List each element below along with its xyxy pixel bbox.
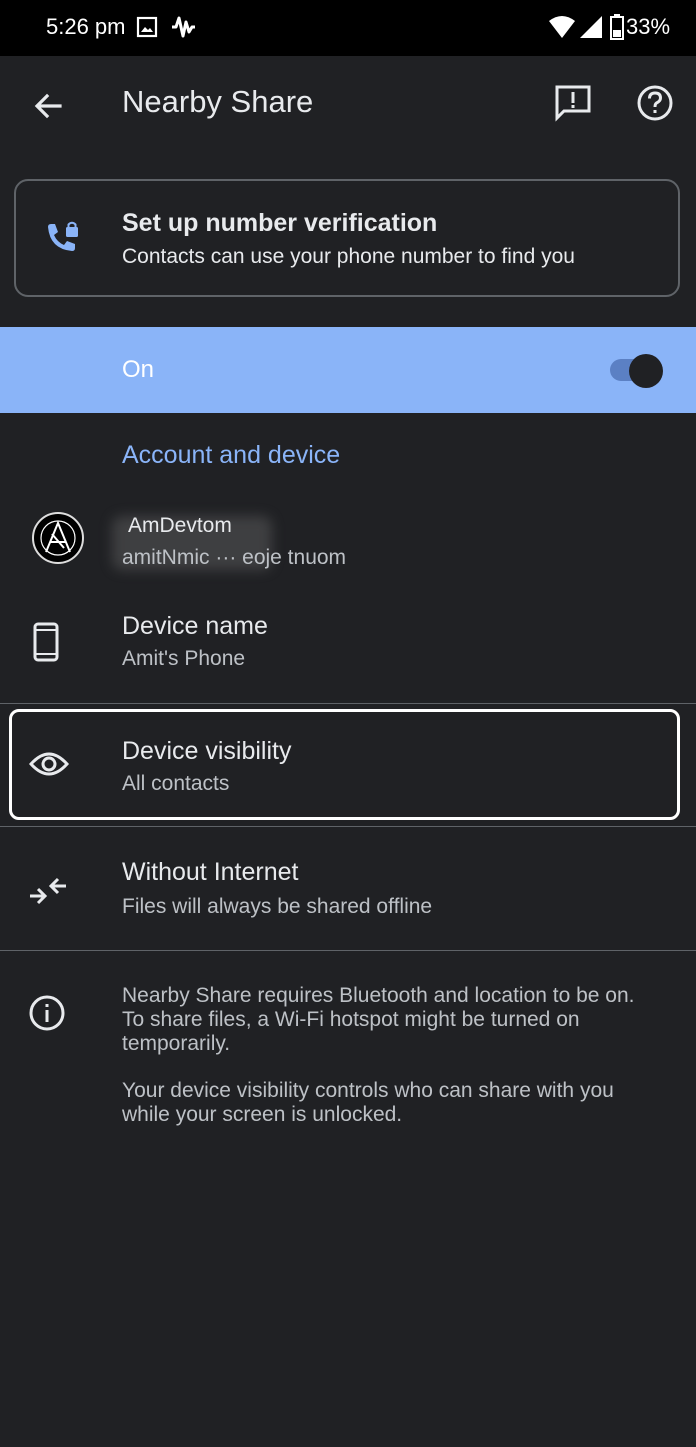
divider	[0, 826, 696, 827]
device-name-row[interactable]: Device name Amit's Phone	[0, 600, 696, 702]
feedback-icon	[555, 85, 591, 122]
back-button[interactable]	[28, 86, 68, 126]
toggle-switch-thumb[interactable]	[629, 354, 663, 388]
help-button[interactable]	[634, 82, 676, 124]
info-text-requirements: Nearby Share requires Bluetooth and loca…	[122, 984, 635, 1055]
without-internet-value: Files will always be shared offline	[122, 895, 433, 918]
offline-arrows-icon	[28, 874, 68, 913]
phone-lock-icon	[44, 221, 82, 262]
divider	[0, 703, 696, 704]
section-header-account-device: Account and device	[122, 441, 341, 469]
device-visibility-value: All contacts	[122, 772, 230, 795]
device-visibility-row[interactable]: Device visibility All contacts	[9, 709, 680, 820]
without-internet-title: Without Internet	[122, 858, 299, 886]
signal-icon	[578, 14, 604, 45]
toggle-label: On	[122, 356, 155, 383]
account-name: AmDevtom	[128, 514, 232, 537]
nearby-share-toggle-bar[interactable]: On	[0, 327, 696, 413]
account-row[interactable]: AmDevtom amitNmic ··· eoje tnuom	[0, 500, 696, 580]
battery-icon	[610, 14, 624, 45]
gallery-notification-icon	[136, 16, 158, 43]
number-verification-card[interactable]: Set up number verification Contacts can …	[14, 179, 680, 297]
divider	[0, 950, 696, 951]
eye-icon	[28, 750, 70, 783]
feedback-button[interactable]	[552, 82, 594, 124]
verification-subtitle: Contacts can use your phone number to fi…	[122, 245, 575, 268]
help-icon	[637, 85, 673, 121]
without-internet-row[interactable]: Without Internet Files will always be sh…	[0, 846, 696, 950]
page-title: Nearby Share	[122, 84, 314, 119]
battery-percent: 33%	[626, 14, 671, 39]
wifi-icon	[548, 14, 576, 45]
account-email: amitNmic ··· eoje tnuom	[122, 546, 347, 569]
status-time: 5:26 pm	[46, 14, 126, 39]
app-bar: Nearby Share	[0, 56, 696, 152]
audio-wave-icon	[170, 14, 196, 45]
device-visibility-title: Device visibility	[122, 737, 292, 765]
device-name-value: Amit's Phone	[122, 647, 246, 670]
smartphone-icon	[32, 622, 62, 667]
avatar	[32, 512, 84, 564]
device-name-title: Device name	[122, 612, 268, 640]
info-text-visibility: Your device visibility controls who can …	[122, 1079, 614, 1126]
arrow-back-icon	[34, 93, 62, 119]
info-icon	[28, 994, 66, 1037]
status-bar: 5:26 pm 33%	[0, 0, 696, 56]
verification-title: Set up number verification	[122, 209, 438, 237]
